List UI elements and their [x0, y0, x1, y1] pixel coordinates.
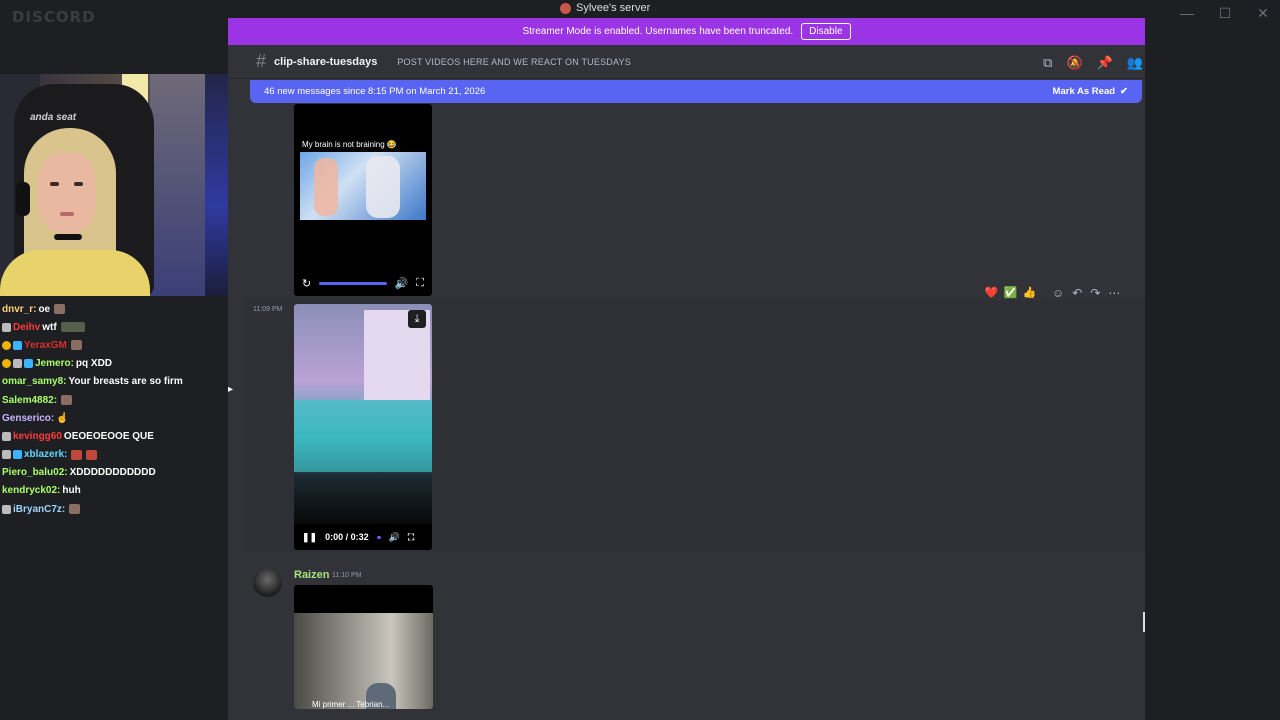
message-actions: ☺ ↶ ↷ ⋯	[1052, 286, 1120, 300]
message-author[interactable]: Raizen	[294, 569, 329, 581]
chat-user: kendryck02:	[2, 485, 61, 497]
threads-icon[interactable]: ⧉	[1043, 55, 1052, 71]
video-frame	[294, 304, 432, 524]
video-attachment[interactable]: My brain is not braining 😂 ↻ 🔊 ⛶	[294, 104, 432, 296]
chat-text: Your breasts are so firm	[68, 376, 183, 388]
chat-user: Piero_balu02:	[2, 467, 68, 479]
video-attachment[interactable]: Mi primer ... Tebrian...	[294, 585, 433, 709]
message-timestamp: 11:10 PM	[332, 572, 362, 579]
chat-message: omar_samy8: Your breasts are so firm	[2, 373, 228, 391]
chat-message: Deihv wtf	[2, 318, 228, 336]
chat-user: omar_samy8:	[2, 376, 67, 388]
window-title: Sylvee's server	[560, 2, 650, 14]
chat-text: huh	[62, 485, 81, 497]
chat-user: Genserico:	[2, 412, 55, 424]
stream-chat: dnvr_r: oe Deihv wtf YeraxGM Jemero: pq XDD…	[2, 300, 228, 518]
progress-bar[interactable]	[376, 535, 381, 539]
video-time: 0:00 / 0:32	[325, 532, 369, 542]
chat-user: Jemero:	[35, 358, 74, 370]
chat-message: dnvr_r: oe	[2, 300, 228, 318]
volume-icon[interactable]: 🔊	[389, 532, 400, 543]
check-reaction[interactable]: ✅	[1003, 286, 1018, 301]
collapse-arrow-icon[interactable]: ▸	[228, 384, 233, 395]
streamer-mode-text: Streamer Mode is enabled. Usernames have…	[522, 26, 794, 37]
video-controls: ↻ 🔊 ⛶	[294, 270, 432, 296]
minimize-button[interactable]: —	[1178, 4, 1196, 22]
chat-text: ☝	[56, 412, 69, 424]
replay-icon[interactable]: ↻	[302, 277, 311, 290]
chat-message: Piero_balu02: XDDDDDDDDDDD	[2, 464, 228, 482]
chat-user: xblazerk:	[24, 449, 68, 461]
scrollbar-thumb[interactable]	[1143, 612, 1145, 632]
header-toolbar: ⧉ 🔕 📌 👥	[1043, 55, 1143, 71]
pin-icon[interactable]: 📌	[1097, 55, 1113, 71]
chat-message: kendryck02: huh	[2, 482, 228, 500]
video-frame	[300, 152, 426, 220]
avatar[interactable]	[253, 568, 282, 597]
chat-message: iBryanC7z:	[2, 500, 228, 518]
thumbs-up-reaction[interactable]: 👍	[1022, 286, 1037, 301]
volume-icon[interactable]: 🔊	[395, 277, 409, 290]
chat-message: Salem4882:	[2, 391, 228, 409]
chat-text: wtf	[42, 321, 57, 333]
chat-message: Genserico: ☝	[2, 409, 228, 427]
fullscreen-icon[interactable]: ⛶	[416, 277, 424, 290]
heart-reaction[interactable]: ❤️	[984, 286, 999, 301]
right-background	[1145, 0, 1280, 720]
discord-window: Streamer Mode is enabled. Usernames have…	[228, 18, 1145, 720]
fullscreen-icon[interactable]: ⛶	[408, 532, 414, 543]
new-messages-bar[interactable]: 46 new messages since 8:15 PM on March 2…	[250, 80, 1142, 103]
chat-message: Jemero: pq XDD	[2, 355, 228, 373]
chat-message: YeraxGM	[2, 336, 228, 354]
forward-icon[interactable]: ↷	[1090, 286, 1100, 300]
mark-as-read-button[interactable]: Mark As Read ✔	[1053, 86, 1128, 97]
video-attachment[interactable]: ⤓ ❚❚ 0:00 / 0:32 🔊 ⛶	[294, 304, 432, 550]
disable-streamer-mode-button[interactable]: Disable	[801, 23, 851, 40]
headset-icon	[16, 182, 30, 216]
video-controls: ❚❚ 0:00 / 0:32 🔊 ⛶	[294, 524, 432, 550]
notification-bell-icon[interactable]: 🔕	[1066, 55, 1082, 71]
chat-text: OEOEOEOOE QUE	[63, 430, 154, 442]
chat-message: xblazerk:	[2, 446, 228, 464]
close-button[interactable]: ✕	[1254, 4, 1272, 22]
streamer-mode-banner: Streamer Mode is enabled. Usernames have…	[228, 18, 1145, 45]
member-list-icon[interactable]: 👥	[1127, 55, 1143, 71]
add-reaction-icon[interactable]: ☺	[1052, 286, 1064, 300]
webcam-overlay: anda seat	[0, 74, 250, 296]
chat-user: Salem4882:	[2, 394, 58, 406]
video-frame	[294, 613, 433, 709]
chat-user: kevingg60	[13, 430, 62, 442]
chat-text: pq XDD	[75, 358, 113, 370]
chair-logo: anda seat	[30, 112, 77, 123]
chat-text: oe	[38, 303, 51, 315]
chat-user: dnvr_r:	[2, 303, 37, 315]
message-timestamp: 11:09 PM	[253, 306, 283, 313]
video-subtitle: Mi primer ... Tebrian...	[312, 700, 390, 709]
more-options-icon[interactable]: ⋯	[1108, 286, 1120, 300]
server-emoji-icon	[560, 2, 571, 14]
server-name: Sylvee's server	[576, 2, 651, 14]
reply-icon[interactable]: ↶	[1072, 286, 1082, 300]
chat-message: kevingg60 OEOEOEOOE QUE	[2, 427, 228, 445]
channel-header: # clip-share-tuesdays POST VIDEOS HERE A…	[228, 45, 1145, 79]
channel-name: clip-share-tuesdays	[274, 55, 378, 68]
reaction-bar: ❤️ ✅ 👍	[984, 286, 1037, 301]
chat-user: Deihv	[13, 321, 41, 333]
hashtag-icon: #	[256, 51, 267, 71]
progress-bar[interactable]	[319, 281, 387, 285]
pause-icon[interactable]: ❚❚	[302, 532, 317, 543]
chat-user: YeraxGM	[24, 339, 67, 351]
new-messages-text[interactable]: 46 new messages since 8:15 PM on March 2…	[264, 86, 485, 97]
mark-read-icon: ✔	[1120, 86, 1128, 97]
channel-topic[interactable]: POST VIDEOS HERE AND WE REACT ON TUESDAY…	[397, 57, 631, 67]
chat-text: XDDDDDDDDDDD	[69, 467, 156, 479]
chat-user: iBryanC7z:	[13, 503, 66, 515]
video-caption: My brain is not braining 😂	[302, 140, 397, 149]
maximize-button[interactable]: ☐	[1216, 4, 1234, 22]
download-icon[interactable]: ⤓	[408, 310, 426, 328]
discord-logo: DISCORD	[12, 8, 96, 26]
